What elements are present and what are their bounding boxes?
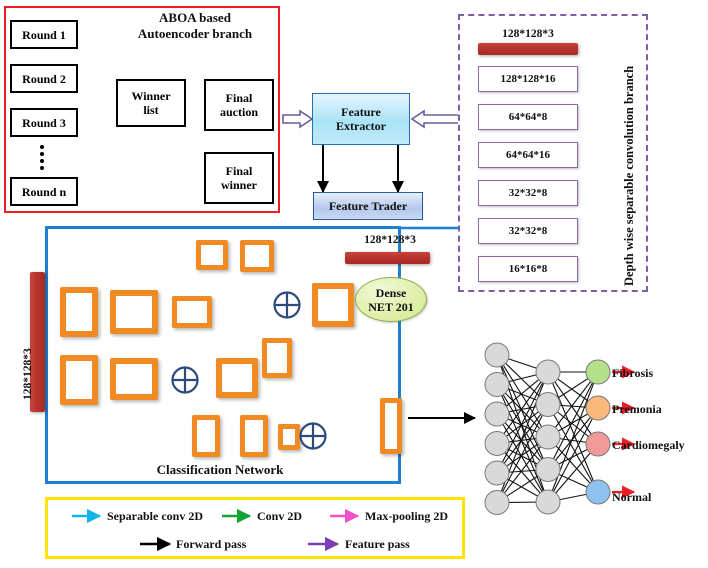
densenet-line1: Dense [375, 285, 407, 300]
classification-network-title: Classification Network [156, 462, 284, 477]
legend-label-separable-conv: Separable conv 2D [107, 509, 203, 523]
double-arrow-right [410, 109, 461, 129]
extractor-to-trader [317, 145, 404, 193]
winner-list-box[interactable]: Winner list [116, 79, 186, 127]
dwsc-layer-4[interactable]: 32*32*8 [478, 180, 578, 206]
conv-block-top-1[interactable] [196, 240, 228, 270]
dwsc-layer-6[interactable]: 16*16*8 [478, 256, 578, 282]
final-auction-line2: auction [219, 105, 258, 119]
legend-label-feature-pass: Feature pass [345, 537, 410, 551]
output-label-fibrosis: Fibrosis [612, 366, 654, 380]
final-auction-line1: Final [225, 91, 253, 105]
final-winner-box[interactable]: Final winner [204, 152, 274, 204]
diagram-root: ABOA based Autoencoder branch Round 1 Ro… [0, 0, 708, 568]
conv-block-mid-1[interactable] [262, 338, 292, 378]
round-3-box[interactable]: Round 3 [10, 108, 78, 137]
feature-extractor-line2: Extractor [336, 119, 386, 133]
aboa-title-line2: Autoencoder branch [137, 26, 253, 41]
classification-input-label: 128*128*3 [22, 348, 34, 400]
conv-block-r1-2[interactable] [110, 290, 158, 334]
feature-extractor-line1: Feature [341, 105, 381, 119]
dwsc-branch-title: Depth wise separable convolution branch [622, 65, 636, 286]
double-arrow-left [282, 109, 314, 129]
round-1-box[interactable]: Round 1 [10, 20, 78, 49]
densenet-line2: NET 201 [368, 299, 414, 314]
aboa-branch-title: ABOA based Autoencoder branch [120, 10, 270, 42]
conv-block-mid-2[interactable] [312, 283, 354, 327]
conv-block-r3-3[interactable] [278, 424, 300, 450]
aboa-title-line1: ABOA based [159, 10, 231, 25]
dwsc-layer-3[interactable]: 64*64*16 [478, 142, 578, 168]
feature-input-bar [345, 252, 430, 264]
dwsc-input-label: 128*128*3 [502, 28, 554, 40]
dwsc-input-bar [478, 43, 578, 55]
dwsc-layer-2[interactable]: 64*64*8 [478, 104, 578, 130]
round-2-box[interactable]: Round 2 [10, 64, 78, 93]
densenet-201-node[interactable]: Dense NET 201 [355, 277, 427, 322]
legend-label-forward-pass: Forward pass [176, 537, 247, 551]
final-winner-line1: Final [225, 164, 253, 178]
output-label-cardiomegaly: Cardiomegaly [612, 438, 685, 452]
conv-block-r2-3[interactable] [216, 358, 258, 398]
legend-label-maxpooling: Max-pooling 2D [365, 509, 449, 523]
winner-list-line2: list [143, 103, 159, 117]
output-label-premonia: Premonia [612, 402, 662, 416]
conv-block-r1-1[interactable] [60, 287, 98, 337]
conv-block-r2-2[interactable] [110, 358, 158, 400]
feature-trader-box[interactable]: Feature Trader [313, 192, 423, 220]
conv-block-r1-3[interactable] [172, 296, 212, 328]
conv-block-r2-1[interactable] [60, 355, 98, 405]
dwsc-layer-1[interactable]: 128*128*16 [478, 66, 578, 92]
conv-block-top-2[interactable] [240, 240, 274, 272]
final-winner-line2: winner [221, 178, 257, 192]
feature-vector-block[interactable] [380, 398, 402, 454]
winner-list-line1: Winner [131, 89, 171, 103]
feature-input-label: 128*128*3 [364, 234, 416, 246]
final-auction-box[interactable]: Final auction [204, 79, 274, 131]
feature-extractor-box[interactable]: Feature Extractor [312, 93, 410, 145]
conv-block-r3-1[interactable] [192, 415, 220, 457]
conv-block-r3-2[interactable] [240, 415, 268, 457]
legend-label-conv2d: Conv 2D [257, 509, 303, 523]
dwsc-layer-5[interactable]: 32*32*8 [478, 218, 578, 244]
round-n-box[interactable]: Round n [10, 177, 78, 206]
vertical-ellipsis-icon [40, 145, 44, 170]
output-label-normal: Normal [612, 490, 652, 504]
